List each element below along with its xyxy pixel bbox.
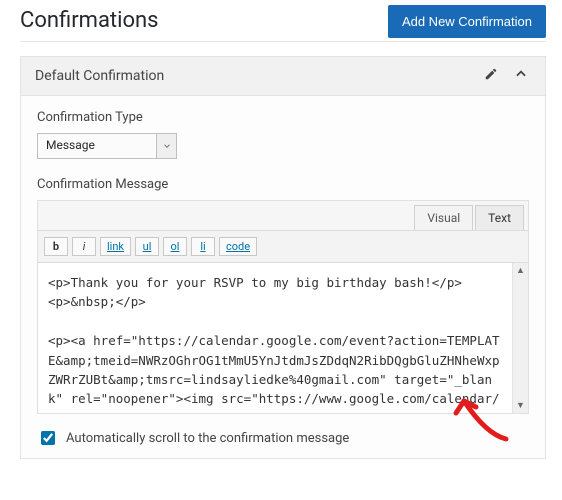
scroll-up-icon[interactable]: ▲ xyxy=(516,265,525,276)
toolbar-ol-button[interactable]: ol xyxy=(163,237,187,256)
toolbar-li-button[interactable]: li xyxy=(191,237,215,256)
toolbar-link-button[interactable]: link xyxy=(100,237,131,256)
editor-toolbar: b i link ul ol li code xyxy=(38,230,528,263)
auto-scroll-row[interactable]: Automatically scroll to the confirmation… xyxy=(37,428,529,448)
editor: Visual Text b i link ul ol li code ▲ ▼ xyxy=(37,200,529,414)
chevron-up-icon[interactable] xyxy=(511,67,531,85)
page-title: Confirmations xyxy=(20,8,159,33)
scroll-down-icon[interactable]: ▼ xyxy=(516,400,525,411)
scrollbar[interactable]: ▲ ▼ xyxy=(512,263,528,413)
message-label: Confirmation Message xyxy=(37,177,529,192)
pencil-icon[interactable] xyxy=(481,67,501,85)
toolbar-italic-button[interactable]: i xyxy=(72,237,96,256)
add-confirmation-button[interactable]: Add New Confirmation xyxy=(388,5,546,38)
tab-text[interactable]: Text xyxy=(475,205,524,230)
confirmation-panel: Default Confirmation Confirmation Type M… xyxy=(20,56,546,459)
type-label: Confirmation Type xyxy=(37,110,529,125)
panel-title: Default Confirmation xyxy=(35,68,471,84)
auto-scroll-checkbox[interactable] xyxy=(41,431,55,445)
toolbar-ul-button[interactable]: ul xyxy=(135,237,159,256)
select-value: Message xyxy=(38,134,156,158)
tab-visual[interactable]: Visual xyxy=(414,205,473,230)
toolbar-code-button[interactable]: code xyxy=(219,237,257,256)
chevron-down-icon xyxy=(156,134,176,158)
message-textarea[interactable] xyxy=(38,263,512,413)
confirmation-type-select[interactable]: Message xyxy=(37,133,177,159)
auto-scroll-label: Automatically scroll to the confirmation… xyxy=(66,431,349,446)
toolbar-bold-button[interactable]: b xyxy=(44,237,68,256)
